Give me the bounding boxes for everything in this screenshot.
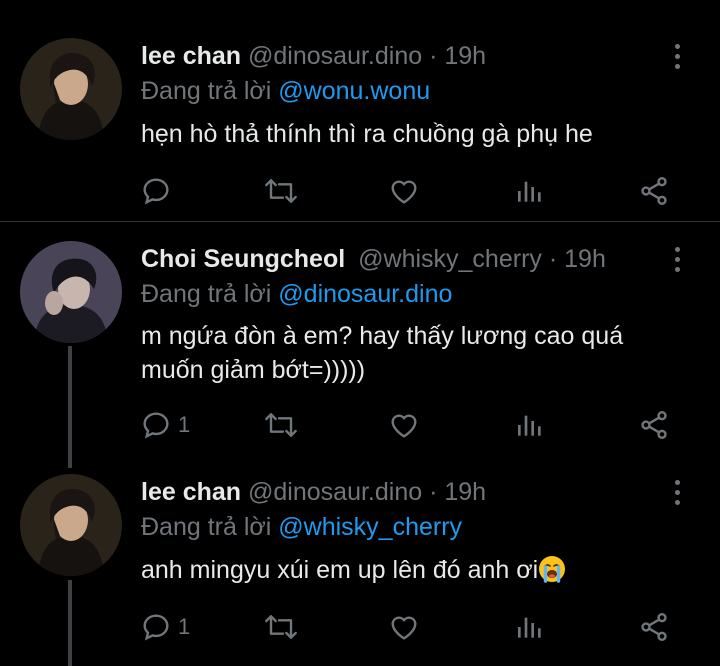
separator-dot: · xyxy=(429,42,438,70)
replying-to: Đang trả lời @whisky_cherry xyxy=(141,511,462,543)
more-vertical-icon xyxy=(674,247,680,252)
share-icon xyxy=(641,411,667,439)
share-button[interactable] xyxy=(638,405,670,445)
heart-icon xyxy=(391,616,417,640)
tweet-text-content: anh mingyu xúi em up lên đó anh ơi xyxy=(141,556,539,584)
retweet-button[interactable] xyxy=(263,171,299,211)
analytics-icon xyxy=(518,181,541,202)
separator-dot: · xyxy=(548,245,558,273)
like-button[interactable] xyxy=(388,171,420,211)
more-options-button[interactable] xyxy=(671,44,683,69)
reply-icon xyxy=(143,412,169,439)
retweet-button[interactable] xyxy=(263,405,299,445)
timestamp[interactable]: 19h xyxy=(564,245,606,273)
action-bar: 1 xyxy=(0,405,720,445)
heart-icon xyxy=(391,180,417,204)
replying-to-label: Đang trả lời xyxy=(141,280,279,308)
avatar[interactable] xyxy=(20,241,122,343)
replying-to-label: Đang trả lời xyxy=(141,77,279,105)
timestamp[interactable]: 19h xyxy=(444,42,486,70)
replying-to-label: Đang trả lời xyxy=(141,513,279,541)
user-handle[interactable]: @dinosaur.dino xyxy=(248,42,422,70)
reply-count: 1 xyxy=(178,412,191,437)
separator-dot: · xyxy=(429,478,438,506)
reply-button[interactable]: 1 xyxy=(140,405,190,445)
retweet-button[interactable] xyxy=(263,607,299,647)
more-vertical-icon xyxy=(674,44,680,49)
share-icon xyxy=(641,177,667,205)
avatar[interactable] xyxy=(20,474,122,576)
more-vertical-icon xyxy=(674,480,680,485)
display-name[interactable]: lee chan xyxy=(141,478,241,506)
analytics-icon xyxy=(518,415,541,436)
retweet-icon xyxy=(265,179,297,203)
retweet-icon xyxy=(265,615,297,639)
replying-to: Đang trả lời @dinosaur.dino xyxy=(141,278,452,310)
reply-button[interactable]: 1 xyxy=(140,607,190,647)
views-button[interactable] xyxy=(514,607,546,647)
replying-to: Đang trả lời @wonu.wonu xyxy=(141,75,430,107)
crying-face-emoji xyxy=(539,556,566,583)
user-handle[interactable]: @dinosaur.dino xyxy=(248,478,422,506)
timestamp[interactable]: 19h xyxy=(444,478,486,506)
reply-to-handle-link[interactable]: @dinosaur.dino xyxy=(278,280,452,308)
views-button[interactable] xyxy=(514,405,546,445)
retweet-icon xyxy=(265,413,297,437)
share-icon xyxy=(641,613,667,641)
reply-button[interactable] xyxy=(140,171,178,211)
like-button[interactable] xyxy=(388,607,420,647)
more-options-button[interactable] xyxy=(671,480,683,505)
heart-icon xyxy=(391,414,417,438)
reply-count: 1 xyxy=(178,614,191,639)
more-options-button[interactable] xyxy=(671,247,683,272)
share-button[interactable] xyxy=(638,607,670,647)
user-handle[interactable]: @whisky_cherry xyxy=(358,245,542,273)
reply-to-handle-link[interactable]: @whisky_cherry xyxy=(278,513,462,541)
display-name[interactable]: lee chan xyxy=(141,42,241,70)
views-button[interactable] xyxy=(514,171,546,211)
action-bar: 1 xyxy=(0,607,720,647)
tweet-text: hẹn hò thả thính thì ra chuồng gà phụ he xyxy=(141,120,593,148)
tweet-text: anh mingyu xúi em up lên đó anh ơi xyxy=(141,553,681,587)
avatar[interactable] xyxy=(20,38,122,140)
reply-to-handle-link[interactable]: @wonu.wonu xyxy=(278,77,430,105)
reply-icon xyxy=(143,178,169,205)
reply-icon xyxy=(143,614,169,641)
analytics-icon xyxy=(518,617,541,638)
tweet-divider xyxy=(0,221,720,222)
action-bar xyxy=(0,171,720,211)
tweet-text: m ngứa đòn à em? hay thấy lương cao quá … xyxy=(141,322,624,384)
share-button[interactable] xyxy=(638,171,670,211)
like-button[interactable] xyxy=(388,405,420,445)
display-name[interactable]: Choi Seungcheol xyxy=(141,245,345,273)
